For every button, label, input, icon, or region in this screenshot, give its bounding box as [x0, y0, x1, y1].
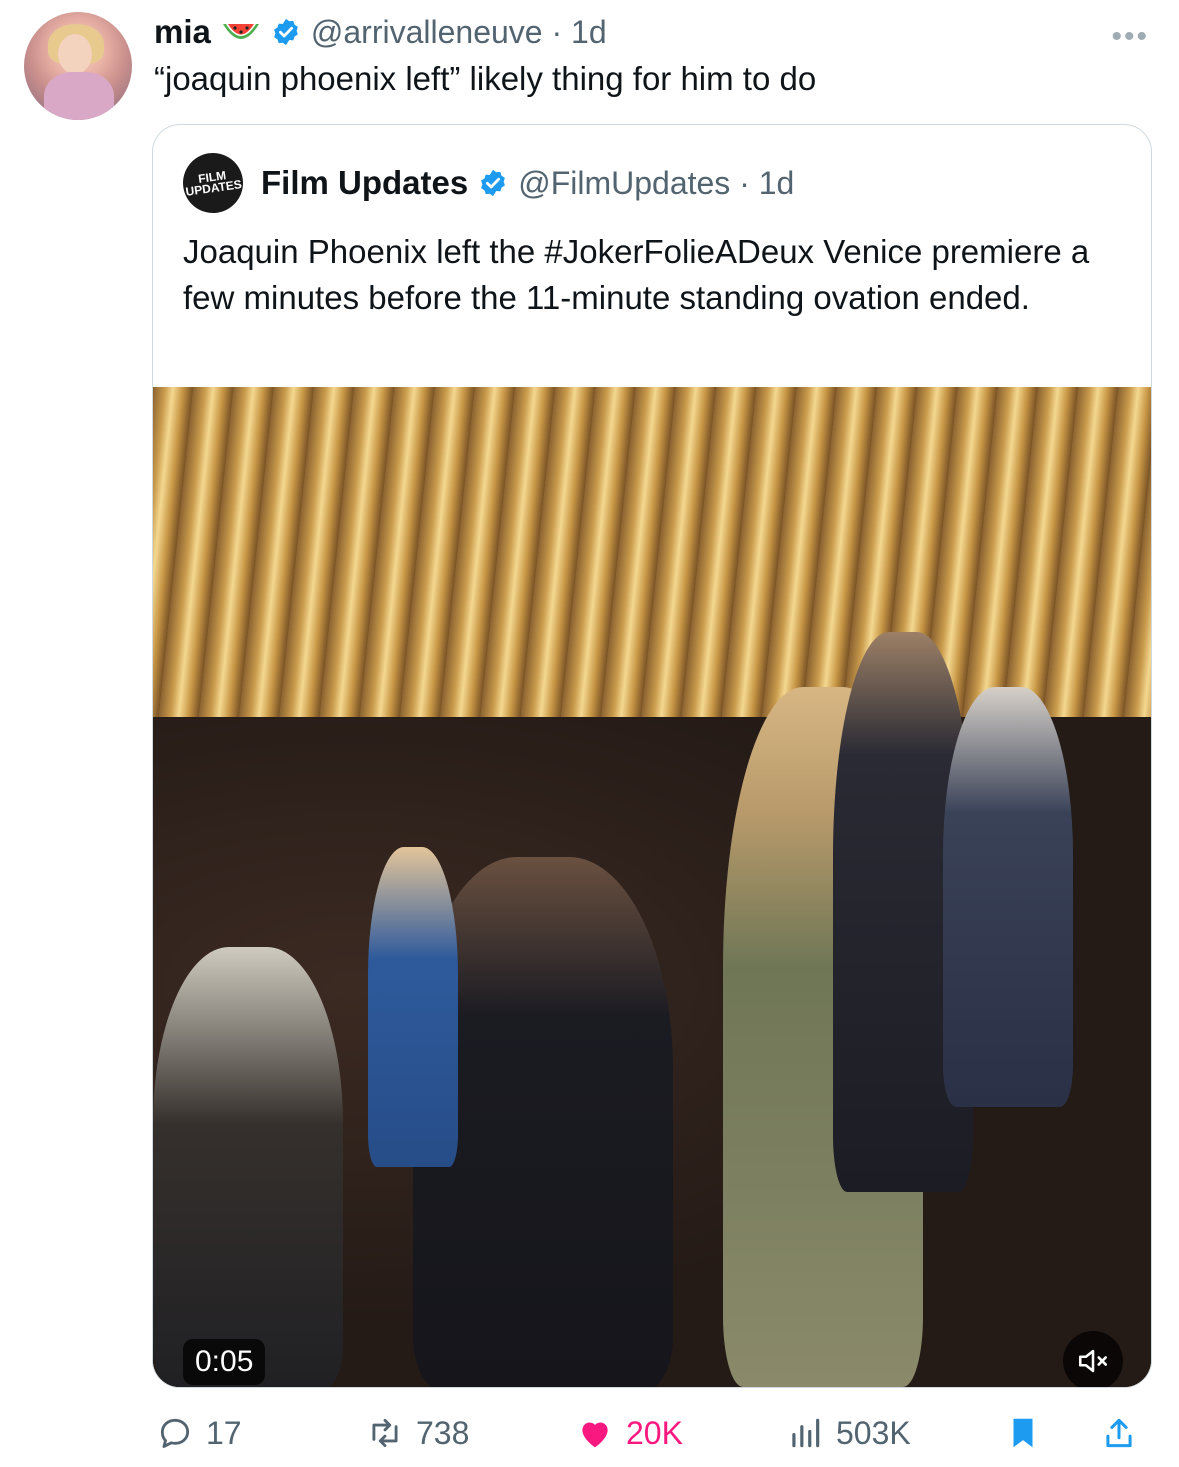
- like-count: 20K: [626, 1414, 683, 1451]
- heart-icon: [582, 1422, 608, 1448]
- tweet-text: “joaquin phoenix left” likely thing for …: [154, 60, 817, 97]
- quoted-text: Joaquin Phoenix left the #JokerFolieADeu…: [183, 233, 1090, 316]
- mute-button[interactable]: [1063, 1331, 1123, 1387]
- bookmark-button[interactable]: [1004, 1408, 1042, 1458]
- bookmark-icon: [1013, 1418, 1033, 1448]
- reply-button[interactable]: 17: [156, 1408, 242, 1458]
- video-figure: [943, 687, 1073, 1107]
- quoted-author-name[interactable]: Film Updates: [261, 164, 468, 202]
- video-figure: [153, 947, 343, 1387]
- video-figure: [368, 847, 458, 1167]
- like-button[interactable]: 20K: [576, 1408, 683, 1458]
- reply-count: 17: [206, 1414, 242, 1451]
- quoted-tweet[interactable]: FILM UPDATES Film Updates @FilmUpdates ·…: [152, 124, 1152, 1388]
- speaker-muted-icon: [1078, 1349, 1108, 1373]
- verified-badge-icon: [271, 17, 301, 47]
- quoted-handle-time[interactable]: @FilmUpdates · 1d: [518, 165, 794, 202]
- tweet-header: mia @arrivalleneuve · 1d: [154, 10, 1139, 54]
- quoted-avatar[interactable]: FILM UPDATES: [179, 149, 247, 217]
- more-options-icon[interactable]: •••: [1111, 20, 1149, 54]
- repost-button[interactable]: 738: [366, 1408, 469, 1458]
- tweet-actions: 17 738 20K 503K: [152, 1408, 1152, 1458]
- author-avatar[interactable]: [24, 12, 132, 120]
- avatar-body: [44, 72, 114, 120]
- repost-count: 738: [416, 1414, 470, 1451]
- analytics-icon: [792, 1418, 820, 1448]
- share-icon: [1106, 1418, 1132, 1448]
- video-player[interactable]: 0:05: [153, 387, 1151, 1387]
- verified-badge-icon: [478, 168, 508, 198]
- avatar-face: [58, 34, 92, 74]
- share-button[interactable]: [1100, 1408, 1138, 1458]
- views-button[interactable]: 503K: [786, 1408, 911, 1458]
- video-backdrop-stripes: [153, 387, 1151, 727]
- video-time-badge: 0:05: [183, 1339, 266, 1385]
- reply-icon: [160, 1418, 190, 1448]
- author-name[interactable]: mia: [154, 13, 211, 51]
- quoted-header: FILM UPDATES Film Updates @FilmUpdates ·…: [179, 149, 794, 217]
- views-count: 503K: [836, 1414, 911, 1451]
- repost-icon: [372, 1418, 398, 1448]
- author-handle-time[interactable]: @arrivalleneuve · 1d: [311, 14, 607, 51]
- watermelon-icon: [221, 20, 261, 44]
